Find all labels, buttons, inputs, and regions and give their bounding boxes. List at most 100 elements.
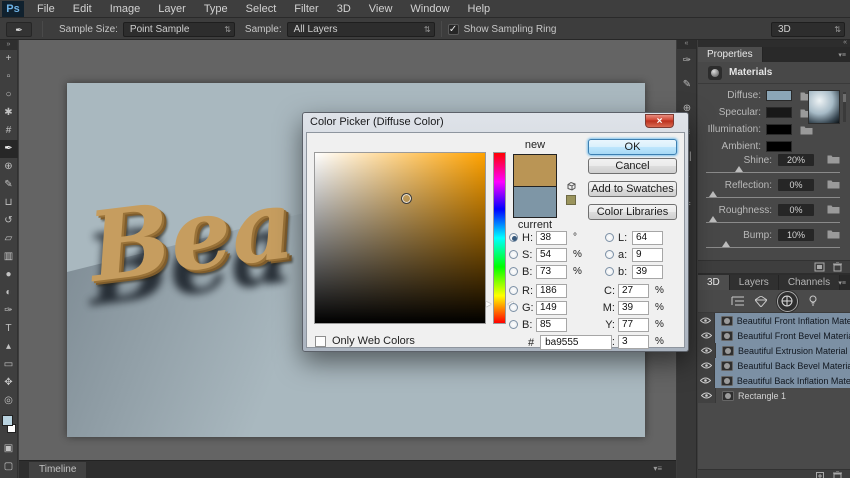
only-web-colors-checkbox[interactable] xyxy=(315,336,326,347)
hand-tool[interactable]: ✥ xyxy=(0,374,18,392)
b-radio[interactable] xyxy=(509,267,518,276)
filter-lights-icon[interactable] xyxy=(808,295,818,307)
show-sampling-ring-checkbox[interactable]: ✓ xyxy=(448,24,459,35)
color-libraries-button[interactable]: Color Libraries xyxy=(588,204,677,220)
tab-properties[interactable]: Properties xyxy=(698,47,763,62)
diffuse-color-swatch[interactable] xyxy=(766,90,792,101)
saturation-brightness-field[interactable] xyxy=(314,152,486,324)
quick-mask-button[interactable]: ▣ xyxy=(0,440,18,458)
dialog-title[interactable]: Color Picker (Diffuse Color) xyxy=(303,113,688,132)
visibility-toggle[interactable] xyxy=(698,328,715,343)
hex-input[interactable] xyxy=(540,335,612,350)
tab-layers[interactable]: Layers xyxy=(730,275,779,290)
load-material-icon[interactable] xyxy=(814,262,825,272)
expand-dock-icon[interactable]: « xyxy=(677,40,696,49)
properties-panel-menu-icon[interactable]: ▾≡ xyxy=(838,51,846,59)
menu-help[interactable]: Help xyxy=(459,0,500,18)
material-row[interactable]: Beautiful Back Inflation Mate... xyxy=(698,373,850,388)
c-input[interactable] xyxy=(618,284,649,298)
visibility-toggle[interactable] xyxy=(698,343,716,358)
material-preview-scrollbar[interactable] xyxy=(843,92,846,122)
g-input[interactable] xyxy=(536,301,567,315)
shine-value[interactable]: 20% xyxy=(778,154,814,166)
s-input[interactable] xyxy=(536,248,567,262)
hue-slider-thumb-left[interactable]: ▶ xyxy=(486,301,491,308)
bump-slider-thumb[interactable] xyxy=(722,241,730,247)
menu-window[interactable]: Window xyxy=(401,0,458,18)
a-input[interactable] xyxy=(632,248,663,262)
sample-select[interactable]: All Layers ⇅ xyxy=(287,22,435,37)
reflection-value[interactable]: 0% xyxy=(778,179,814,191)
shine-texture-folder-icon[interactable] xyxy=(827,154,840,164)
cancel-button[interactable]: Cancel xyxy=(588,158,677,174)
s-radio[interactable] xyxy=(509,250,518,259)
eraser-tool[interactable]: ▱ xyxy=(0,230,18,248)
foreground-color-swatch[interactable] xyxy=(2,415,13,426)
y-input[interactable] xyxy=(618,318,649,332)
visibility-toggle[interactable] xyxy=(698,373,715,388)
delete-icon[interactable] xyxy=(833,262,842,272)
roughness-texture-folder-icon[interactable] xyxy=(827,204,840,214)
b2-radio[interactable] xyxy=(509,320,518,329)
visibility-toggle[interactable] xyxy=(698,388,716,403)
tab-3d[interactable]: 3D xyxy=(698,275,730,290)
k-input[interactable] xyxy=(618,335,649,349)
filter-materials-icon[interactable] xyxy=(777,291,798,312)
reflection-texture-folder-icon[interactable] xyxy=(827,179,840,189)
blur-tool[interactable]: ● xyxy=(0,266,18,284)
web-safe-color-swatch[interactable] xyxy=(566,195,576,205)
delete-icon[interactable] xyxy=(833,471,842,478)
b-lab-radio[interactable] xyxy=(605,267,614,276)
visibility-toggle[interactable] xyxy=(698,313,715,328)
menu-layer[interactable]: Layer xyxy=(149,0,195,18)
filter-meshes-icon[interactable] xyxy=(755,296,767,307)
menu-file[interactable]: File xyxy=(28,0,64,18)
pen-tool[interactable]: ✑ xyxy=(0,302,18,320)
b-input[interactable] xyxy=(536,265,567,279)
reflection-slider-thumb[interactable] xyxy=(709,191,717,197)
web-gamut-warning-icon[interactable] xyxy=(565,181,576,192)
roughness-value[interactable]: 0% xyxy=(778,204,814,216)
crop-tool[interactable]: # xyxy=(0,122,18,140)
quick-selection-tool[interactable]: ✱ xyxy=(0,104,18,122)
visibility-toggle[interactable] xyxy=(698,358,715,373)
menu-type[interactable]: Type xyxy=(195,0,237,18)
history-brush-tool[interactable]: ↺ xyxy=(0,212,18,230)
collapse-dock-icon[interactable]: « xyxy=(698,40,850,47)
clone-stamp-tool[interactable]: ⊔ xyxy=(0,194,18,212)
move-tool[interactable]: + xyxy=(0,50,18,68)
menu-filter[interactable]: Filter xyxy=(285,0,327,18)
brush-panel-icon[interactable]: ✑ xyxy=(677,49,697,73)
hue-slider[interactable]: ▶ ◀ xyxy=(493,152,506,324)
color-swatches[interactable] xyxy=(0,412,18,440)
lasso-tool[interactable]: ○ xyxy=(0,86,18,104)
filter-scene-icon[interactable] xyxy=(731,296,745,306)
roughness-slider-thumb[interactable] xyxy=(709,216,717,222)
brush-tool[interactable]: ✎ xyxy=(0,176,18,194)
healing-brush-tool[interactable]: ⊕ xyxy=(0,158,18,176)
color-field-marker[interactable] xyxy=(401,193,412,204)
material-row[interactable]: Beautiful Back Bevel Material xyxy=(698,358,850,373)
close-icon[interactable]: × xyxy=(645,114,674,128)
eyedropper-tool[interactable]: ✒ xyxy=(0,140,18,158)
screen-mode-button[interactable]: ▢ xyxy=(0,458,18,476)
menu-edit[interactable]: Edit xyxy=(64,0,101,18)
reflection-slider[interactable] xyxy=(706,197,840,198)
h-input[interactable] xyxy=(536,231,567,245)
shine-slider-thumb[interactable] xyxy=(735,166,743,172)
bump-value[interactable]: 10% xyxy=(778,229,814,241)
bump-slider[interactable] xyxy=(706,247,840,248)
h-radio[interactable] xyxy=(509,233,518,242)
tab-channels[interactable]: Channels xyxy=(779,275,840,290)
r-input[interactable] xyxy=(536,284,567,298)
timeline-menu-icon[interactable]: ▾≡ xyxy=(653,464,662,473)
illumination-color-swatch[interactable] xyxy=(766,124,792,135)
current-color-swatch[interactable] xyxy=(513,186,557,218)
roughness-slider[interactable] xyxy=(706,222,840,223)
collapse-icon[interactable]: » xyxy=(0,40,17,50)
add-to-swatches-button[interactable]: Add to Swatches xyxy=(588,181,677,197)
new-item-icon[interactable] xyxy=(815,471,825,478)
marquee-tool[interactable]: ▫ xyxy=(0,68,18,86)
menu-select[interactable]: Select xyxy=(237,0,286,18)
menu-image[interactable]: Image xyxy=(101,0,150,18)
